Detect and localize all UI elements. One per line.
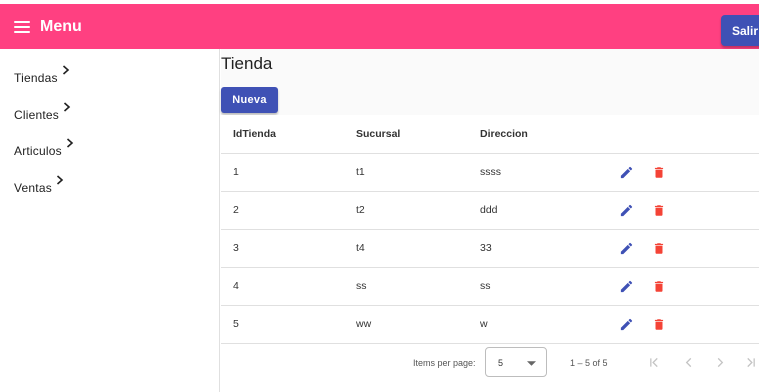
edit-button[interactable] bbox=[617, 201, 635, 219]
main-content: Tienda Nueva IdTienda Sucursal Direccion… bbox=[221, 49, 759, 392]
cell-idtienda: 2 bbox=[221, 191, 356, 230]
pencil-icon bbox=[620, 280, 632, 292]
edit-button[interactable] bbox=[617, 315, 635, 333]
table-header-row: IdTienda Sucursal Direccion bbox=[221, 115, 759, 154]
edit-button[interactable] bbox=[617, 277, 635, 295]
menu-button[interactable]: Menu bbox=[14, 18, 82, 36]
column-header-direccion[interactable]: Direccion bbox=[480, 115, 617, 154]
pencil-icon bbox=[620, 166, 632, 178]
table-row: 3 t4 33 bbox=[221, 229, 759, 268]
menu-title: Menu bbox=[40, 17, 82, 35]
paginator: Items per page: 5 1 – 5 of 5 bbox=[221, 343, 759, 383]
cell-actions bbox=[617, 191, 759, 230]
column-header-idtienda[interactable]: IdTienda bbox=[221, 115, 356, 154]
previous-page-button[interactable] bbox=[681, 355, 695, 369]
new-store-button[interactable]: Nueva bbox=[221, 87, 278, 113]
menu-icon bbox=[14, 20, 30, 33]
cell-idtienda: 1 bbox=[221, 153, 356, 192]
sidebar: Tiendas Clientes Articulos Ventas bbox=[0, 49, 220, 392]
chevron-right-icon bbox=[66, 138, 74, 148]
sidebar-item-tiendas[interactable]: Tiendas bbox=[0, 65, 219, 102]
delete-button[interactable] bbox=[650, 239, 668, 257]
cell-idtienda: 4 bbox=[221, 267, 356, 306]
page-title: Tienda bbox=[221, 54, 273, 73]
delete-button[interactable] bbox=[650, 315, 668, 333]
stores-table-card: IdTienda Sucursal Direccion 1 t1 ssss 2 … bbox=[221, 115, 759, 392]
cell-actions bbox=[617, 267, 759, 306]
edit-button[interactable] bbox=[617, 239, 635, 257]
table-row: 5 ww w bbox=[221, 305, 759, 344]
cell-direccion: 33 bbox=[480, 229, 617, 268]
sidebar-item-clientes[interactable]: Clientes bbox=[0, 101, 219, 139]
chevron-left-icon bbox=[685, 357, 691, 367]
cell-actions bbox=[617, 229, 759, 268]
edit-button[interactable] bbox=[617, 163, 635, 181]
chevron-right-icon bbox=[62, 65, 69, 75]
delete-button[interactable] bbox=[650, 201, 668, 219]
cell-sucursal: t1 bbox=[356, 153, 480, 192]
chevron-right-icon bbox=[717, 357, 723, 367]
caret-down-icon bbox=[527, 361, 536, 366]
sidebar-item-ventas[interactable]: Ventas bbox=[0, 174, 219, 212]
column-header-sucursal[interactable]: Sucursal bbox=[356, 115, 480, 154]
cell-sucursal: t4 bbox=[356, 229, 480, 268]
sidebar-item-label: Clientes bbox=[14, 107, 59, 122]
first-page-button[interactable] bbox=[647, 355, 661, 369]
cell-sucursal: ss bbox=[356, 267, 480, 306]
pencil-icon bbox=[620, 242, 632, 254]
cell-direccion: ssss bbox=[480, 153, 617, 192]
first-page-icon bbox=[649, 357, 658, 367]
sidebar-item-label: Articulos bbox=[14, 144, 62, 158]
pencil-icon bbox=[620, 204, 632, 216]
trash-icon bbox=[654, 166, 664, 178]
trash-icon bbox=[654, 204, 664, 216]
table-row: 1 t1 ssss bbox=[221, 153, 759, 192]
table-row: 2 t2 ddd bbox=[221, 191, 759, 230]
last-page-button[interactable] bbox=[743, 355, 757, 369]
cell-actions bbox=[617, 305, 759, 344]
table-row: 4 ss ss bbox=[221, 267, 759, 306]
trash-icon bbox=[654, 280, 664, 292]
pencil-icon bbox=[620, 318, 632, 330]
cell-sucursal: t2 bbox=[356, 191, 480, 230]
chevron-right-icon bbox=[63, 101, 71, 112]
delete-button[interactable] bbox=[650, 163, 668, 181]
page-size-select[interactable]: 5 bbox=[485, 347, 547, 377]
logout-button[interactable]: Salir bbox=[721, 15, 759, 46]
cell-actions bbox=[617, 153, 759, 192]
cell-direccion: w bbox=[480, 305, 617, 344]
cell-idtienda: 3 bbox=[221, 229, 356, 268]
cell-direccion: ddd bbox=[480, 191, 617, 230]
page-range-label: 1 – 5 of 5 bbox=[570, 358, 608, 368]
trash-icon bbox=[654, 318, 664, 330]
chevron-right-icon bbox=[56, 174, 64, 185]
stores-table: IdTienda Sucursal Direccion 1 t1 ssss 2 … bbox=[221, 115, 759, 344]
cell-sucursal: ww bbox=[356, 305, 480, 344]
delete-button[interactable] bbox=[650, 277, 668, 295]
sidebar-item-articulos[interactable]: Articulos bbox=[0, 138, 219, 175]
sidebar-item-label: Tiendas bbox=[14, 71, 58, 85]
next-page-button[interactable] bbox=[713, 355, 727, 369]
trash-icon bbox=[654, 242, 664, 254]
top-toolbar: Menu Salir bbox=[0, 4, 759, 49]
last-page-icon bbox=[746, 357, 755, 367]
cell-direccion: ss bbox=[480, 267, 617, 306]
column-header-actions bbox=[617, 115, 759, 154]
items-per-page-label: Items per page: bbox=[413, 358, 476, 368]
sidebar-item-label: Ventas bbox=[14, 180, 52, 195]
cell-idtienda: 5 bbox=[221, 305, 356, 344]
page-size-value: 5 bbox=[498, 358, 504, 368]
